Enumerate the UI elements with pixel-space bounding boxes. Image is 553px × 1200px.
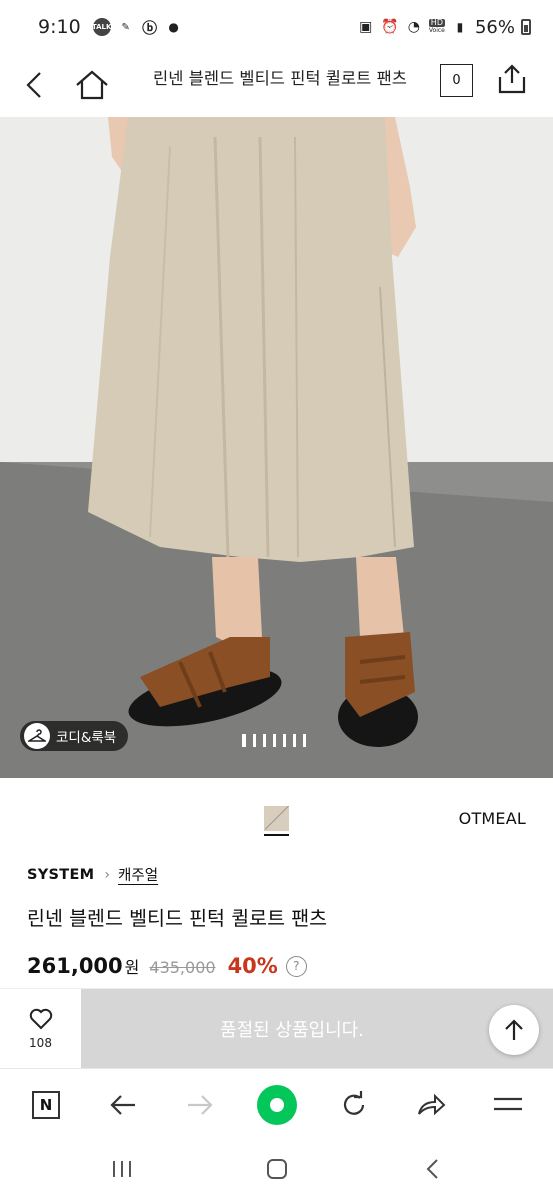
product-image-gallery[interactable]: 코디&룩북	[0, 117, 553, 778]
hd-voice-icon: HD Voice	[428, 18, 445, 35]
color-name: OTMEAL	[458, 809, 526, 828]
naver-n-icon: N	[32, 1091, 60, 1119]
talk-notification-icon: TALK	[92, 18, 111, 36]
page-title: 린넨 블렌드 벨티드 핀턱 퀼로트 팬츠	[153, 69, 407, 88]
status-time: 9:10	[38, 16, 81, 38]
arrow-left-icon	[110, 1095, 135, 1115]
voice-label: Voice	[428, 27, 445, 34]
share-arrow-icon	[418, 1093, 446, 1116]
soldout-button: 품절된 상품입니다.	[81, 989, 553, 1069]
reload-icon	[343, 1091, 365, 1115]
heart-icon	[29, 1008, 52, 1030]
battery-icon	[521, 19, 531, 35]
naver-home-button[interactable]: N	[24, 1083, 68, 1127]
alarm-icon: ⏰	[381, 19, 399, 35]
app-notification-icon: ✎	[121, 21, 130, 33]
browser-share-button[interactable]	[409, 1083, 453, 1127]
b-app-notification-icon: ⓑ	[142, 18, 158, 37]
back-nav-button[interactable]	[412, 1154, 452, 1184]
home-icon	[76, 70, 108, 100]
browser-toolbar: N	[0, 1068, 553, 1140]
reload-button[interactable]	[332, 1083, 376, 1127]
image-indicator-bar	[253, 734, 256, 747]
soldout-label: 품절된 상품입니다.	[220, 1020, 364, 1041]
brand-link[interactable]: SYSTEM	[27, 867, 94, 883]
chevron-right-icon: ›	[104, 866, 111, 883]
status-right: ▣ ⏰ ◔ HD Voice ▮ 56%	[357, 17, 531, 38]
scroll-to-top-button[interactable]	[489, 1005, 539, 1055]
brand-breadcrumb: SYSTEM › 캐주얼	[27, 864, 158, 885]
image-indicator-bar	[293, 734, 296, 747]
system-navigation-bar	[0, 1140, 553, 1200]
image-indicator-bar	[303, 734, 306, 747]
coordi-lookbook-label: 코디&룩북	[56, 730, 117, 746]
arrow-up-icon	[505, 1019, 523, 1040]
category-link[interactable]: 캐주얼	[118, 864, 158, 885]
original-price: 435,000	[149, 958, 216, 977]
image-indicator-bar	[273, 734, 276, 747]
green-dot-button[interactable]	[255, 1083, 299, 1127]
green-dot-icon	[257, 1085, 297, 1125]
home-button[interactable]	[70, 54, 114, 116]
battery-percentage: 56%	[474, 16, 515, 38]
currency-unit: 원	[124, 958, 140, 977]
back-button[interactable]	[14, 54, 54, 116]
image-indicator-bar	[242, 734, 246, 747]
product-name: 린넨 블렌드 벨티드 핀턱 퀼로트 팬츠	[27, 907, 328, 930]
discount-rate: 40%	[227, 954, 278, 978]
share-icon	[498, 64, 526, 94]
home-nav-button[interactable]	[257, 1154, 297, 1184]
purchase-bar: 108 품절된 상품입니다.	[0, 988, 553, 1069]
more-notifications-dot-icon: ●	[168, 20, 179, 34]
browser-back-button[interactable]	[101, 1083, 145, 1127]
share-button[interactable]	[490, 48, 534, 110]
chevron-left-icon	[426, 1159, 438, 1179]
wifi-icon: ◔	[407, 19, 420, 35]
image-indicator	[242, 734, 306, 747]
color-selector: OTMEAL	[0, 800, 553, 840]
recent-apps-icon	[113, 1161, 131, 1177]
arrow-right-icon	[188, 1095, 213, 1115]
image-indicator-bar	[283, 734, 286, 747]
lock-icon: ▣	[359, 19, 373, 35]
cart-count: 0	[452, 73, 461, 88]
hanger-icon	[24, 723, 50, 749]
browser-menu-button[interactable]	[486, 1083, 530, 1127]
color-chip-selected-underline	[264, 834, 289, 836]
page-header: 린넨 블렌드 벨티드 핀턱 퀼로트 팬츠 0	[0, 54, 553, 116]
price-help-icon[interactable]: ?	[285, 955, 307, 977]
price-row: 261,000 원 435,000 40% ?	[27, 954, 307, 978]
like-button[interactable]: 108	[0, 989, 81, 1069]
browser-forward-button[interactable]	[178, 1083, 222, 1127]
status-left: 9:10 TALK ✎ ⓑ ●	[38, 16, 183, 38]
hamburger-menu-icon	[494, 1097, 522, 1111]
status-bar: 9:10 TALK ✎ ⓑ ● ▣ ⏰ ◔ HD Voice ▮ 56%	[0, 0, 553, 54]
chevron-left-icon	[26, 72, 41, 98]
recent-apps-button[interactable]	[102, 1154, 142, 1184]
coordi-lookbook-button[interactable]: 코디&룩북	[20, 721, 129, 751]
signal-icon: ▮	[456, 20, 464, 34]
like-count: 108	[29, 1036, 52, 1050]
sale-price: 261,000	[27, 954, 123, 978]
cart-button[interactable]: 0	[440, 64, 473, 97]
hd-label: HD	[428, 18, 445, 27]
product-photo	[0, 117, 553, 778]
color-chip-otmeal[interactable]	[264, 806, 289, 831]
home-square-icon	[267, 1159, 287, 1179]
image-indicator-bar	[263, 734, 266, 747]
